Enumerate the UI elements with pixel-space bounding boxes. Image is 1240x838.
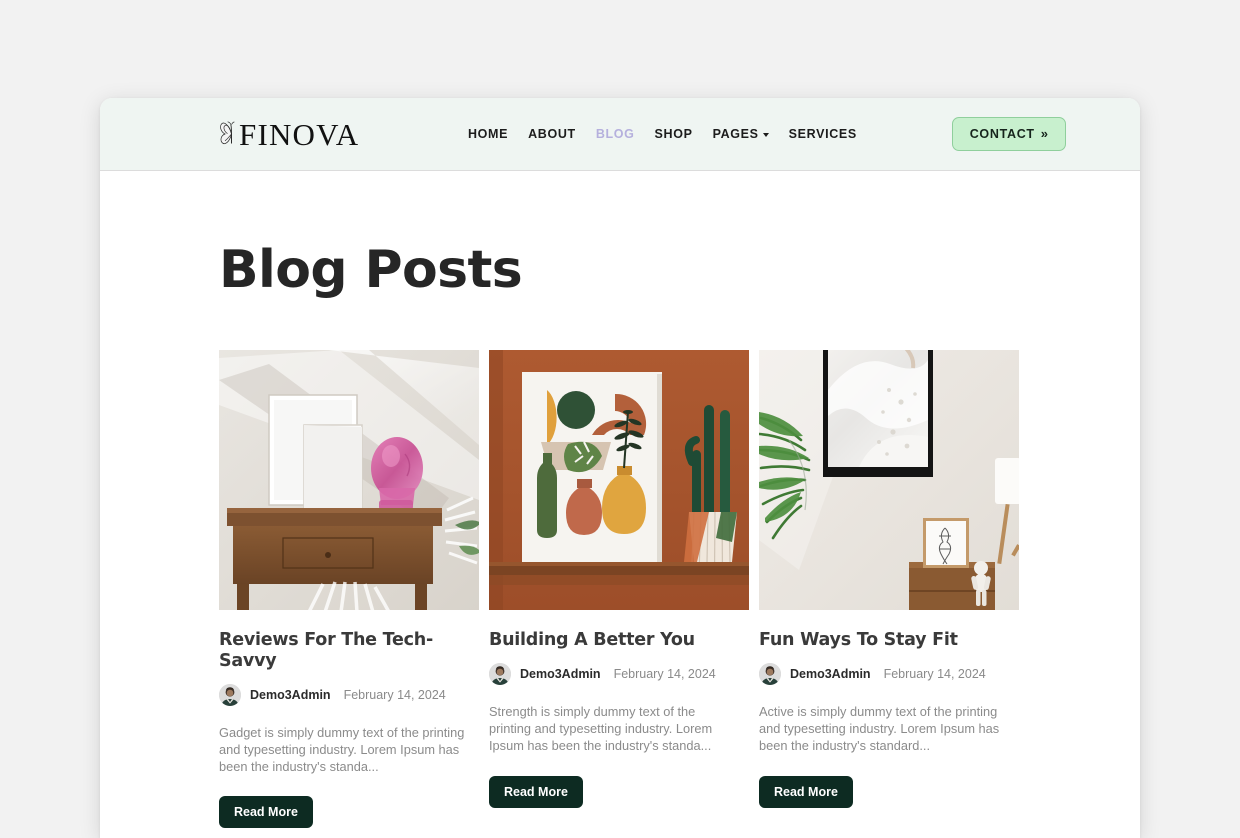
post-excerpt: Active is simply dummy text of the print… [759, 703, 1000, 753]
brand-name: FINOVA [239, 116, 360, 152]
post-date: February 14, 2024 [343, 687, 446, 702]
avatar [759, 662, 781, 685]
read-more-button[interactable]: Read More [759, 775, 853, 808]
nav-item-shop[interactable]: SHOP [655, 127, 693, 141]
main-navigation: HOME ABOUT BLOG SHOP PAGES SERVICES [468, 127, 857, 141]
post-title[interactable]: Fun Ways To Stay Fit [759, 630, 1019, 651]
post-title[interactable]: Building A Better You [489, 630, 749, 651]
nav-item-blog[interactable]: BLOG [596, 127, 635, 141]
avatar [489, 662, 511, 685]
contact-button[interactable]: CONTACT » [951, 117, 1066, 151]
read-more-button[interactable]: Read More [489, 775, 583, 808]
post-date: February 14, 2024 [883, 666, 986, 681]
read-more-button[interactable]: Read More [219, 795, 313, 828]
post-date: February 14, 2024 [613, 666, 716, 681]
double-chevron-right-icon: » [1040, 126, 1048, 141]
post-thumbnail[interactable] [759, 349, 1019, 610]
site-header: FINOVA HOME ABOUT BLOG SHOP PAGES SERVIC… [100, 98, 1140, 171]
nav-item-pages[interactable]: PAGES [713, 127, 769, 141]
post-meta: Demo3Admin February 14, 2024 [489, 662, 749, 685]
post-meta: Demo3Admin February 14, 2024 [219, 683, 479, 706]
blog-post-card: Building A Better You Demo3Admin Februar… [489, 349, 749, 828]
blog-post-grid: Reviews For The Tech-Savvy Demo3Admin Fe… [219, 349, 1021, 838]
blog-post-card: Reviews For The Tech-Savvy Demo3Admin Fe… [219, 349, 479, 828]
post-excerpt: Strength is simply dummy text of the pri… [489, 703, 713, 753]
blog-post-card: Fun Ways To Stay Fit Demo3Admin February… [759, 349, 1019, 828]
post-author: Demo3Admin [520, 666, 601, 681]
butterfly-icon [219, 119, 245, 149]
post-author: Demo3Admin [250, 687, 331, 702]
chevron-down-icon [762, 133, 769, 137]
site-window: FINOVA HOME ABOUT BLOG SHOP PAGES SERVIC… [100, 98, 1140, 838]
avatar [219, 683, 241, 706]
post-title[interactable]: Reviews For The Tech-Savvy [219, 630, 479, 672]
contact-button-label: CONTACT [969, 127, 1035, 141]
nav-item-home[interactable]: HOME [468, 127, 508, 141]
post-excerpt: Gadget is simply dummy text of the print… [219, 724, 465, 774]
post-thumbnail[interactable] [219, 349, 479, 610]
nav-item-pages-label: PAGES [712, 127, 759, 141]
nav-item-about[interactable]: ABOUT [528, 127, 576, 141]
page-body: Blog Posts Reviews For The Tech-Savvy De… [100, 243, 1140, 838]
brand-logo[interactable]: FINOVA [219, 114, 359, 154]
page-title: Blog Posts [219, 240, 523, 300]
post-thumbnail[interactable] [489, 349, 749, 610]
post-author: Demo3Admin [790, 666, 871, 681]
post-meta: Demo3Admin February 14, 2024 [759, 662, 1019, 685]
nav-item-services[interactable]: SERVICES [789, 127, 857, 141]
